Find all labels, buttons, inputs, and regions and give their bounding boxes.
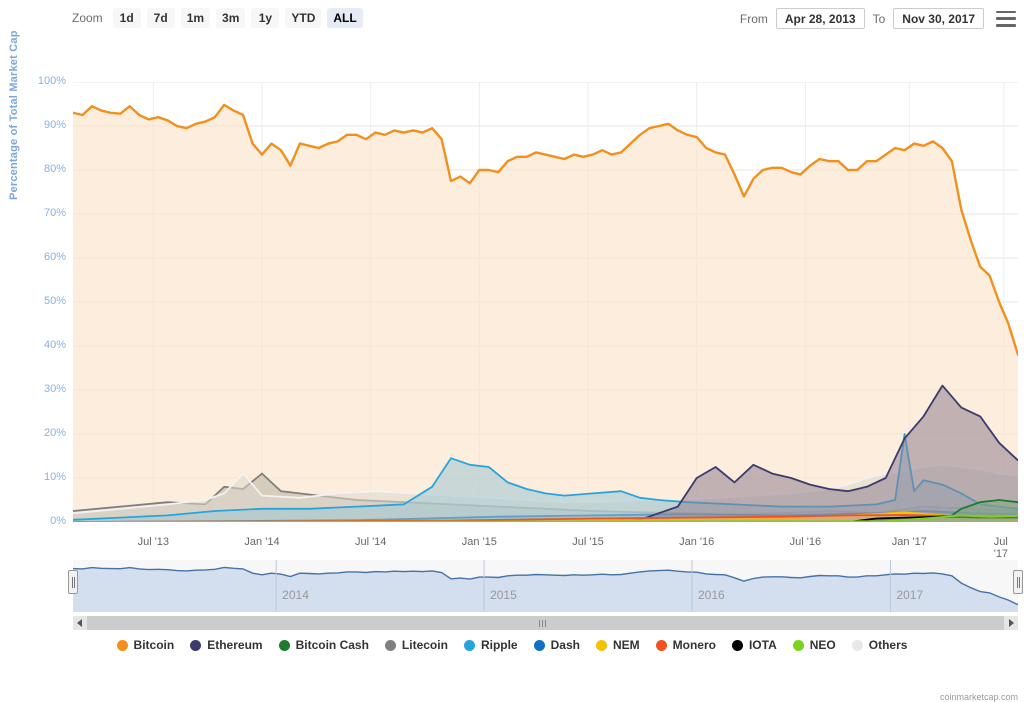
- navigator-right-handle[interactable]: [1013, 570, 1023, 594]
- scrollbar-grip[interactable]: [539, 620, 548, 627]
- market-cap-dominance-chart: Percentage of Total Market Cap 0%10%20%3…: [0, 40, 1024, 676]
- legend-color-swatch: [852, 640, 863, 651]
- x-tick-0: Jul '13: [138, 536, 169, 548]
- y-tick-0: 0%: [14, 515, 66, 527]
- legend-color-swatch: [117, 640, 128, 651]
- navigator-left-handle[interactable]: [68, 570, 78, 594]
- x-tick-8: Jul '17: [994, 536, 1014, 560]
- legend-color-swatch: [279, 640, 290, 651]
- legend-color-swatch: [656, 640, 667, 651]
- navigator-year-2017: 2017: [896, 588, 923, 602]
- attribution-text: coinmarketcap.com: [940, 692, 1018, 702]
- legend-item-nem[interactable]: NEM: [596, 638, 640, 652]
- zoom-button-1y[interactable]: 1y: [251, 8, 279, 28]
- legend-color-swatch: [732, 640, 743, 651]
- y-tick-20: 20%: [14, 427, 66, 439]
- zoom-button-7d[interactable]: 7d: [147, 8, 175, 28]
- triangle-left-icon[interactable]: [73, 616, 87, 630]
- y-tick-40: 40%: [14, 339, 66, 351]
- x-tick-1: Jan '14: [244, 536, 279, 548]
- legend-item-litecoin[interactable]: Litecoin: [385, 638, 448, 652]
- y-tick-30: 30%: [14, 383, 66, 395]
- legend-color-swatch: [596, 640, 607, 651]
- legend-color-swatch: [464, 640, 475, 651]
- y-tick-80: 80%: [14, 163, 66, 175]
- legend-color-swatch: [534, 640, 545, 651]
- triangle-right-icon[interactable]: [1004, 616, 1018, 630]
- date-range-selector: From Apr 28, 2013 To Nov 30, 2017: [740, 8, 1016, 29]
- y-tick-100: 100%: [14, 75, 66, 87]
- y-tick-60: 60%: [14, 251, 66, 263]
- y-tick-50: 50%: [14, 295, 66, 307]
- y-tick-70: 70%: [14, 207, 66, 219]
- legend-color-swatch: [793, 640, 804, 651]
- zoom-range-selector: Zoom 1d 7d 1m 3m 1y YTD ALL: [72, 8, 363, 28]
- from-date-input[interactable]: Apr 28, 2013: [776, 8, 865, 29]
- x-tick-7: Jan '17: [892, 536, 927, 548]
- zoom-button-1m[interactable]: 1m: [181, 8, 210, 28]
- to-label: To: [873, 12, 886, 26]
- y-axis-tick-labels: 0% 10% 20% 30% 40% 50% 60% 70% 80% 90% 100%: [0, 40, 66, 530]
- chart-series-canvas: [73, 82, 1018, 522]
- x-tick-3: Jan '15: [462, 536, 497, 548]
- zoom-label: Zoom: [72, 11, 103, 25]
- chart-legend: Bitcoin Ethereum Bitcoin Cash Litecoin Rippl…: [0, 638, 1024, 652]
- legend-color-swatch: [385, 640, 396, 651]
- legend-item-monero[interactable]: Monero: [656, 638, 716, 652]
- navigator-scrollbar[interactable]: [73, 616, 1018, 630]
- legend-color-swatch: [190, 640, 201, 651]
- x-tick-4: Jul '15: [572, 536, 603, 548]
- legend-label: NEM: [613, 638, 640, 652]
- chart-toolbar: Zoom 1d 7d 1m 3m 1y YTD ALL From Apr 28, 2013 …: [0, 0, 1024, 40]
- navigator-year-2016: 2016: [698, 588, 725, 602]
- legend-item-neo[interactable]: NEO: [793, 638, 836, 652]
- legend-item-ripple[interactable]: Ripple: [464, 638, 518, 652]
- legend-label: Ethereum: [207, 638, 262, 652]
- legend-item-ethereum[interactable]: Ethereum: [190, 638, 262, 652]
- y-tick-90: 90%: [14, 119, 66, 131]
- legend-label: NEO: [810, 638, 836, 652]
- y-tick-10: 10%: [14, 471, 66, 483]
- plot-area[interactable]: [73, 82, 1018, 522]
- navigator-series-canvas: [73, 560, 1018, 612]
- zoom-button-group: 1d 7d 1m 3m 1y YTD ALL: [113, 8, 363, 28]
- legend-label: Litecoin: [402, 638, 448, 652]
- legend-item-bitcoin-cash[interactable]: Bitcoin Cash: [279, 638, 369, 652]
- legend-item-others[interactable]: Others: [852, 638, 908, 652]
- legend-item-bitcoin[interactable]: Bitcoin: [117, 638, 175, 652]
- chart-navigator[interactable]: 2014 2015 2016 2017: [73, 560, 1018, 612]
- x-tick-2: Jul '14: [355, 536, 386, 548]
- legend-item-dash[interactable]: Dash: [534, 638, 580, 652]
- to-date-input[interactable]: Nov 30, 2017: [893, 8, 984, 29]
- x-tick-6: Jul '16: [790, 536, 821, 548]
- navigator-year-2014: 2014: [282, 588, 309, 602]
- legend-label: IOTA: [749, 638, 777, 652]
- zoom-button-3m[interactable]: 3m: [216, 8, 245, 28]
- legend-label: Ripple: [481, 638, 518, 652]
- x-tick-5: Jan '16: [679, 536, 714, 548]
- from-label: From: [740, 12, 768, 26]
- navigator-year-2015: 2015: [490, 588, 517, 602]
- legend-label: Bitcoin Cash: [296, 638, 369, 652]
- zoom-button-ytd[interactable]: YTD: [285, 8, 321, 28]
- legend-label: Dash: [551, 638, 580, 652]
- hamburger-menu-icon[interactable]: [996, 11, 1016, 27]
- legend-label: Bitcoin: [134, 638, 175, 652]
- legend-item-iota[interactable]: IOTA: [732, 638, 777, 652]
- series-bitcoin: [73, 105, 1018, 522]
- legend-label: Monero: [673, 638, 716, 652]
- legend-label: Others: [869, 638, 908, 652]
- zoom-button-all[interactable]: ALL: [327, 8, 362, 28]
- zoom-button-1d[interactable]: 1d: [113, 8, 141, 28]
